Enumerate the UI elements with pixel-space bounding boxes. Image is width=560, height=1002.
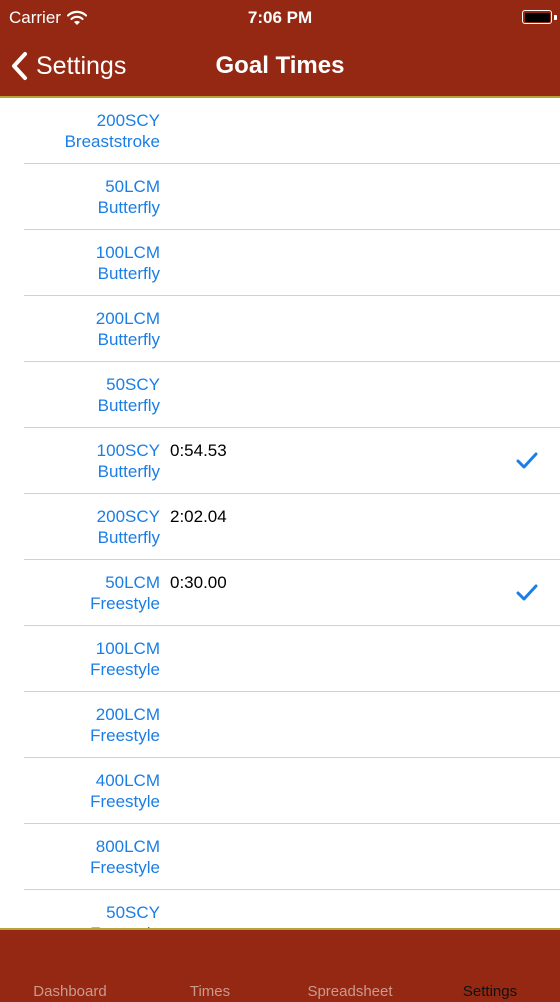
list-item[interactable]: 400LCM Freestyle — [0, 758, 560, 824]
event-distance: 50SCY — [106, 375, 160, 394]
list-item[interactable]: 200SCY Butterfly 2:02.04 — [0, 494, 560, 560]
list-item[interactable]: 200LCM Butterfly — [0, 296, 560, 362]
event-distance: 200LCM — [95, 309, 160, 328]
event-stroke: Freestyle — [90, 726, 160, 745]
event-label: 50SCYFreestyle — [0, 902, 160, 928]
event-stroke: Butterfly — [97, 462, 160, 481]
status-bar: Carrier 7:06 PM — [0, 0, 560, 36]
list-item[interactable]: 200SCY Breaststroke — [0, 98, 560, 164]
event-label: 800LCM Freestyle — [0, 836, 160, 878]
event-stroke: Butterfly — [97, 396, 160, 415]
event-distance: 400LCM — [95, 771, 160, 790]
goal-time: 2:02.04 — [170, 507, 227, 526]
status-time: 7:06 PM — [247, 8, 313, 27]
event-stroke: Freestyle — [90, 792, 160, 811]
battery-cap — [554, 15, 557, 20]
list-item[interactable]: 50LCM Butterfly — [0, 164, 560, 230]
event-label: 100LCM Freestyle — [0, 638, 160, 680]
event-label: 100SCY Butterfly — [0, 440, 160, 482]
list-item[interactable]: 50SCY Butterfly — [0, 362, 560, 428]
event-stroke: Butterfly — [97, 198, 160, 217]
event-distance: 200SCY — [96, 507, 160, 526]
event-label: 200SCY Butterfly — [0, 506, 160, 548]
event-distance: 200SCY — [96, 111, 160, 130]
event-stroke: Butterfly — [97, 264, 160, 283]
event-stroke: Butterfly — [97, 330, 160, 349]
event-distance: 50LCM — [105, 177, 160, 196]
list-item[interactable]: 50LCM Freestyle 0:30.00 — [0, 560, 560, 626]
tab-dashboard[interactable]: Dashboard — [0, 983, 140, 1000]
event-label: 200LCM Butterfly — [0, 308, 160, 350]
goal-time: 0:30.00 — [170, 573, 227, 592]
event-distance: 100LCM — [95, 639, 160, 658]
tab-times[interactable]: Times — [140, 983, 280, 1000]
event-distance: 100LCM — [95, 243, 160, 262]
checkmark-icon — [516, 452, 538, 469]
tab-spreadsheet[interactable]: Spreadsheet — [280, 983, 420, 1000]
list-item[interactable]: 100LCM Butterfly — [0, 230, 560, 296]
list-item[interactable]: 800LCM Freestyle — [0, 824, 560, 890]
event-distance: 50SCY — [106, 903, 160, 922]
event-distance: 800LCM — [95, 837, 160, 856]
checkmark-icon — [516, 584, 538, 601]
event-stroke: Freestyle — [90, 858, 160, 877]
event-distance: 50LCM — [105, 573, 160, 592]
list-item[interactable]: 50SCYFreestyle — [0, 890, 560, 928]
event-distance: 200LCM — [95, 705, 160, 724]
event-distance: 100SCY — [96, 441, 160, 460]
event-label: 50LCM Freestyle — [0, 572, 160, 614]
list-item[interactable]: 100SCY Butterfly 0:54.53 — [0, 428, 560, 494]
list-item[interactable]: 200LCM Freestyle — [0, 692, 560, 758]
header: Carrier 7:06 PM Settings Goal Times — [0, 0, 560, 98]
event-stroke: Butterfly — [97, 528, 160, 547]
event-label: 100LCM Butterfly — [0, 242, 160, 284]
event-label: 200LCM Freestyle — [0, 704, 160, 746]
event-stroke: Freestyle — [90, 660, 160, 679]
list-item[interactable]: 100LCM Freestyle — [0, 626, 560, 692]
event-stroke: Freestyle — [90, 594, 160, 613]
event-label: 400LCM Freestyle — [0, 770, 160, 812]
event-label: 50LCM Butterfly — [0, 176, 160, 218]
page-title: Goal Times — [215, 52, 345, 79]
tab-settings[interactable]: Settings — [420, 983, 560, 1000]
navigation-bar: Settings Goal Times — [0, 40, 560, 92]
tab-bar: Dashboard Times Spreadsheet Settings — [0, 928, 560, 1002]
event-stroke: Breaststroke — [64, 132, 160, 151]
battery-icon — [522, 10, 552, 24]
goal-times-list: 200SCY Breaststroke 50LCM Butterfly 100LCM Bu… — [0, 98, 560, 928]
goal-time: 0:54.53 — [170, 441, 227, 460]
event-label: 50SCY Butterfly — [0, 374, 160, 416]
event-label: 200SCY Breaststroke — [0, 110, 160, 152]
